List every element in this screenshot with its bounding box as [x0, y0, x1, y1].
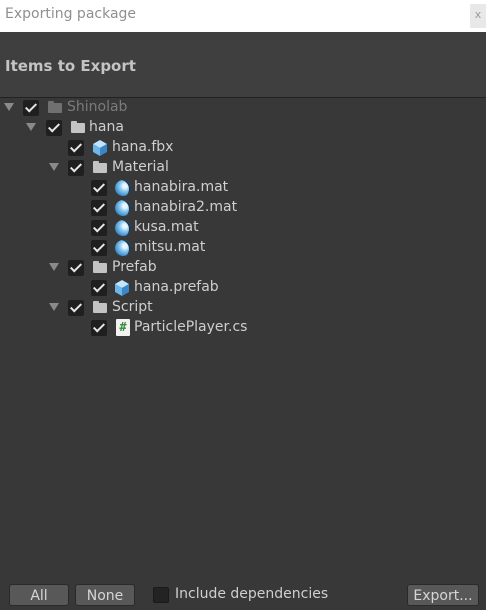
footer-bar: All None Include dependencies Export... — [0, 578, 486, 610]
expand-arrow-icon[interactable] — [49, 263, 59, 271]
export-tree: Shinolab hana hana.fbx Material hanabira… — [0, 98, 486, 578]
checkbox-hana[interactable] — [46, 120, 62, 136]
expand-arrow-icon[interactable] — [49, 163, 59, 171]
tree-row-hana-fbx[interactable]: hana.fbx — [0, 138, 486, 158]
tree-label: Material — [112, 159, 169, 175]
prefab-cube-icon — [115, 280, 129, 296]
tree-row-kusa-mat[interactable]: kusa.mat — [0, 218, 486, 238]
folder-icon — [48, 101, 62, 113]
tree-row-hana[interactable]: hana — [0, 118, 486, 138]
include-dependencies-checkbox[interactable] — [153, 587, 169, 603]
csharp-script-icon: # — [116, 319, 130, 336]
tree-label: hanabira2.mat — [134, 199, 238, 215]
select-all-button[interactable]: All — [9, 584, 69, 606]
tree-label: kusa.mat — [134, 219, 199, 235]
prefab-cube-icon — [93, 140, 107, 156]
checkbox-hana-fbx[interactable] — [68, 140, 84, 156]
tree-label: hana.fbx — [112, 139, 174, 155]
select-none-button[interactable]: None — [75, 584, 135, 606]
checkbox-mitsu-mat[interactable] — [91, 240, 107, 256]
folder-icon — [71, 121, 85, 133]
tree-row-hanabira-mat[interactable]: hanabira.mat — [0, 178, 486, 198]
tree-label: hanabira.mat — [134, 179, 229, 195]
checkbox-script[interactable] — [68, 300, 84, 316]
export-button[interactable]: Export... — [407, 584, 479, 606]
include-dependencies-label: Include dependencies — [175, 586, 329, 602]
tree-row-hana-prefab[interactable]: hana.prefab — [0, 278, 486, 298]
expand-arrow-icon[interactable] — [4, 103, 14, 111]
expand-arrow-icon[interactable] — [49, 303, 59, 311]
material-sphere-icon — [115, 220, 131, 236]
header: Items to Export — [0, 32, 486, 98]
material-sphere-icon — [115, 200, 131, 216]
folder-icon — [93, 261, 107, 273]
folder-icon — [93, 301, 107, 313]
tree-row-hanabira2-mat[interactable]: hanabira2.mat — [0, 198, 486, 218]
title-bar: Exporting package x — [0, 0, 486, 32]
tree-label: hana — [89, 119, 124, 135]
checkbox-kusa-mat[interactable] — [91, 220, 107, 236]
tree-label: mitsu.mat — [134, 239, 206, 255]
material-sphere-icon — [115, 180, 131, 196]
tree-row-shinolab[interactable]: Shinolab — [0, 98, 486, 118]
checkbox-hanabira-mat[interactable] — [91, 180, 107, 196]
tree-label: hana.prefab — [134, 279, 219, 295]
items-to-export-heading: Items to Export — [5, 57, 136, 75]
checkbox-material[interactable] — [68, 160, 84, 176]
window-title: Exporting package — [5, 6, 137, 22]
tree-label: Script — [112, 299, 153, 315]
tree-row-material[interactable]: Material — [0, 158, 486, 178]
checkbox-prefab[interactable] — [68, 260, 84, 276]
checkbox-particleplayer-cs[interactable] — [91, 320, 107, 336]
tree-row-mitsu-mat[interactable]: mitsu.mat — [0, 238, 486, 258]
tree-label: Shinolab — [67, 99, 128, 115]
tree-row-particleplayer-cs[interactable]: # ParticlePlayer.cs — [0, 318, 486, 338]
checkbox-hanabira2-mat[interactable] — [91, 200, 107, 216]
tree-row-script[interactable]: Script — [0, 298, 486, 318]
tree-row-prefab[interactable]: Prefab — [0, 258, 486, 278]
material-sphere-icon — [115, 240, 131, 256]
expand-arrow-icon[interactable] — [26, 123, 36, 131]
folder-icon — [93, 161, 107, 173]
checkbox-hana-prefab[interactable] — [91, 280, 107, 296]
checkbox-shinolab[interactable] — [23, 100, 39, 116]
tree-label: Prefab — [112, 259, 157, 275]
close-button[interactable]: x — [470, 4, 486, 28]
tree-label: ParticlePlayer.cs — [134, 319, 248, 335]
